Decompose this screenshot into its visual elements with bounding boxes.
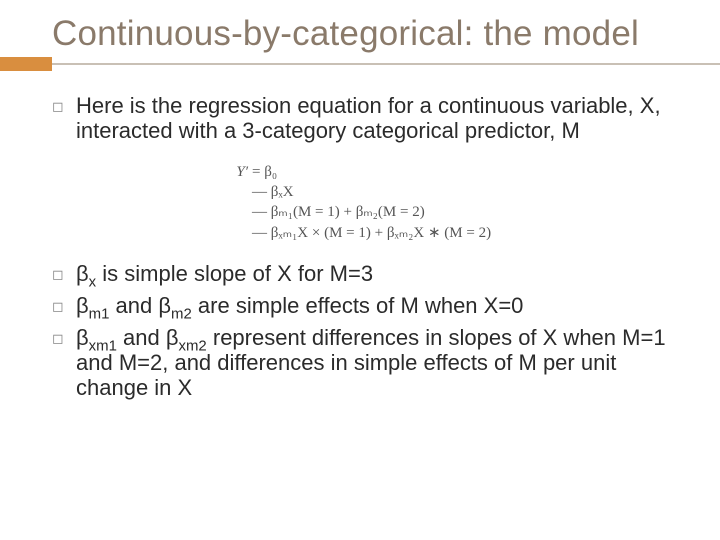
bullet-item: ◻ βxm1 and βxm2 represent differences in… xyxy=(52,325,668,401)
equation-block: Y′ = β₀ — βₓX — βₘ₁(M = 1) + βₘ₂(M = 2) … xyxy=(212,162,668,243)
bullet-text: βm1 and βm2 are simple effects of M when… xyxy=(76,293,668,319)
bullet-icon: ◻ xyxy=(52,325,66,401)
bullet-icon: ◻ xyxy=(52,261,66,287)
bullet-text: Here is the regression equation for a co… xyxy=(76,93,668,144)
bullet-item: ◻ Here is the regression equation for a … xyxy=(52,93,668,144)
bullet-item: ◻ βm1 and βm2 are simple effects of M wh… xyxy=(52,293,668,319)
equation-row: — βₓₘ₁X × (M = 1) + βₓₘ₂X ∗ (M = 2) xyxy=(212,223,668,243)
bullet-text: βx is simple slope of X for M=3 xyxy=(76,261,668,287)
slide-body: ◻ Here is the regression equation for a … xyxy=(0,71,720,400)
bullet-item: ◻ βx is simple slope of X for M=3 xyxy=(52,261,668,287)
slide: Continuous-by-categorical: the model ◻ H… xyxy=(0,0,720,540)
equation-rhs: — βₓₘ₁X × (M = 1) + βₓₘ₂X ∗ (M = 2) xyxy=(252,223,491,243)
equation-lhs: Y′ xyxy=(212,162,252,182)
bullet-icon: ◻ xyxy=(52,93,66,144)
slide-title: Continuous-by-categorical: the model xyxy=(52,14,720,53)
equation-rhs: — βₓX xyxy=(252,182,294,202)
bullet-text: βxm1 and βxm2 represent differences in s… xyxy=(76,325,668,401)
equation-row: Y′ = β₀ xyxy=(212,162,668,182)
equation-row: — βₘ₁(M = 1) + βₘ₂(M = 2) xyxy=(212,202,668,222)
equation-row: — βₓX xyxy=(212,182,668,202)
rule-line xyxy=(52,63,720,65)
bullet-icon: ◻ xyxy=(52,293,66,319)
title-rule xyxy=(0,57,720,71)
accent-block xyxy=(0,57,52,71)
equation-rhs: = β₀ xyxy=(252,162,277,182)
title-area: Continuous-by-categorical: the model xyxy=(0,0,720,53)
equation-rhs: — βₘ₁(M = 1) + βₘ₂(M = 2) xyxy=(252,202,425,222)
